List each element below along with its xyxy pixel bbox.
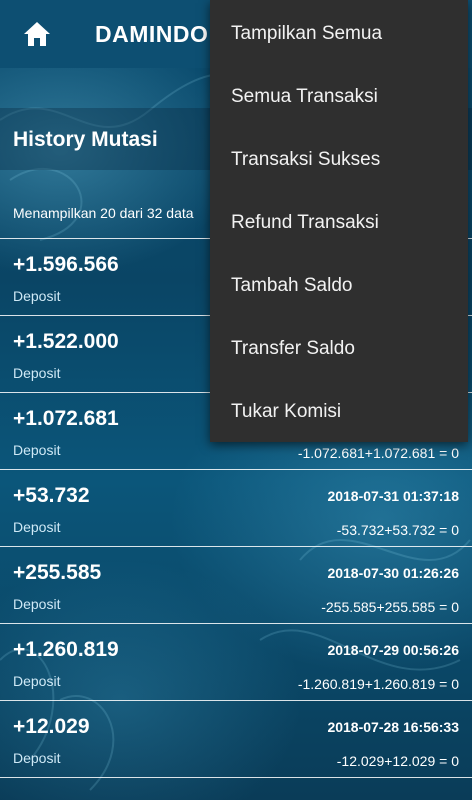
transaction-type: Deposit (13, 750, 61, 766)
home-button[interactable] (19, 16, 55, 52)
transaction-amount: +12.029 (13, 715, 90, 738)
transaction-balance-calc: -1.072.681+1.072.681 = 0 (297, 445, 459, 461)
menu-item-semua-transaksi[interactable]: Semua Transaksi (210, 65, 468, 128)
menu-item-transfer-saldo[interactable]: Transfer Saldo (210, 317, 468, 380)
overflow-menu: Tampilkan Semua Semua Transaksi Transaks… (210, 0, 468, 442)
transaction-balance-calc: -1.260.819+1.260.819 = 0 (297, 676, 459, 692)
app-title: DAMINDO (95, 20, 209, 47)
transaction-type: Deposit (13, 673, 61, 689)
transaction-amount: +53.732 (13, 484, 90, 507)
transaction-amount: +1.072.681 (13, 407, 119, 430)
showing-count-text: Menampilkan 20 dari 32 data (13, 205, 194, 221)
history-title: History Mutasi (13, 128, 158, 151)
transaction-row[interactable]: +255.585 Deposit 2018-07-30 01:26:26 -25… (0, 546, 472, 623)
transaction-amount: +1.596.566 (13, 253, 119, 276)
transaction-balance-calc: -53.732+53.732 = 0 (336, 522, 459, 538)
transaction-amount: +1.522.000 (13, 330, 119, 353)
transaction-balance-calc: -255.585+255.585 = 0 (321, 599, 459, 615)
menu-item-refund-transaksi[interactable]: Refund Transaksi (210, 191, 468, 254)
menu-item-tukar-komisi[interactable]: Tukar Komisi (210, 380, 468, 443)
transaction-type: Deposit (13, 519, 61, 535)
transaction-row[interactable]: +1.260.819 Deposit 2018-07-29 00:56:26 -… (0, 623, 472, 700)
transaction-balance-calc: -12.029+12.029 = 0 (336, 753, 459, 769)
transaction-type: Deposit (13, 596, 61, 612)
transaction-amount: +1.260.819 (13, 638, 119, 661)
menu-item-tambah-saldo[interactable]: Tambah Saldo (210, 254, 468, 317)
menu-item-transaksi-sukses[interactable]: Transaksi Sukses (210, 128, 468, 191)
transaction-date: 2018-07-28 16:56:33 (327, 719, 459, 735)
transaction-type: Deposit (13, 442, 61, 458)
home-icon (24, 22, 50, 46)
menu-item-tampilkan-semua[interactable]: Tampilkan Semua (210, 2, 468, 65)
transaction-row[interactable]: +12.029 Deposit 2018-07-28 16:56:33 -12.… (0, 700, 472, 778)
transaction-date: 2018-07-31 01:37:18 (327, 488, 459, 504)
transaction-date: 2018-07-30 01:26:26 (327, 565, 459, 581)
transaction-type: Deposit (13, 288, 61, 304)
transaction-date: 2018-07-29 00:56:26 (327, 642, 459, 658)
transaction-amount: +255.585 (13, 561, 102, 584)
transaction-row[interactable]: +53.732 Deposit 2018-07-31 01:37:18 -53.… (0, 469, 472, 546)
transaction-type: Deposit (13, 365, 61, 381)
